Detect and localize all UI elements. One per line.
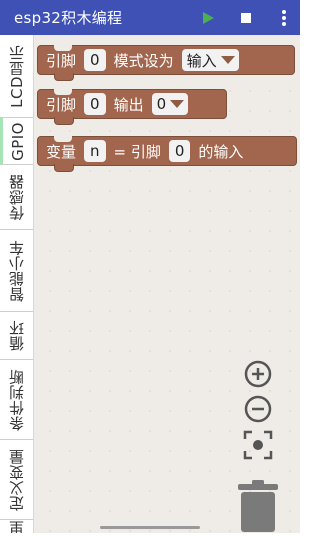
- block-text: 输出: [113, 95, 144, 114]
- variable-set-pin-input-block[interactable]: 变量 n = 引脚 0 的输入: [37, 136, 297, 172]
- recenter-icon[interactable]: [243, 430, 273, 464]
- category-loop[interactable]: 循环: [0, 312, 33, 360]
- block-text: 模式设为: [113, 51, 174, 70]
- play-icon[interactable]: [198, 8, 218, 28]
- block-connector: [54, 117, 74, 125]
- category-label: 循环: [8, 320, 26, 351]
- category-label: 定义变量: [8, 448, 26, 511]
- category-gpio[interactable]: GPIO: [0, 118, 33, 165]
- variable-name-field[interactable]: n: [84, 140, 106, 162]
- category-label: GPIO: [9, 121, 27, 161]
- block-text: = 引脚: [113, 142, 161, 161]
- chevron-down-icon: [220, 56, 235, 64]
- block-text: 引脚: [46, 95, 77, 114]
- app-title: esp32积木编程: [14, 9, 123, 27]
- category-smart-car[interactable]: 智能小车: [0, 230, 33, 312]
- block-notch: [54, 136, 72, 142]
- category-sensor[interactable]: 传感器: [0, 165, 33, 230]
- zoom-out-icon[interactable]: [243, 394, 273, 428]
- pin-number-field[interactable]: 0: [84, 49, 106, 71]
- category-condition[interactable]: 条件判断: [0, 360, 33, 440]
- dropdown-value: 输入: [186, 51, 217, 70]
- dropdown-value: 0: [156, 95, 167, 113]
- category-toolbox: LCD显示 GPIO 传感器 智能小车 循环 条件判断 定义变量 里: [0, 35, 34, 533]
- block-connector: [54, 73, 74, 81]
- pin-number-field[interactable]: 0: [84, 93, 106, 115]
- chevron-down-icon: [170, 100, 185, 108]
- pin-mode-dropdown[interactable]: 输入: [181, 49, 239, 71]
- category-lcd[interactable]: LCD显示: [0, 35, 33, 118]
- block-notch: [54, 89, 72, 95]
- block-connector: [54, 164, 74, 172]
- stop-icon[interactable]: [236, 8, 256, 28]
- output-value-dropdown[interactable]: 0: [151, 93, 189, 115]
- block-text: 变量: [46, 142, 77, 161]
- app-bar: esp32积木编程: [0, 0, 300, 35]
- category-variable[interactable]: 定义变量: [0, 440, 33, 520]
- trash-icon[interactable]: [236, 480, 280, 536]
- block-notch: [54, 45, 72, 51]
- block-text: 引脚: [46, 51, 77, 70]
- pin-mode-block[interactable]: 引脚 0 模式设为 输入: [37, 45, 295, 81]
- home-indicator: [100, 526, 200, 529]
- block-text: 的输入: [198, 142, 244, 161]
- pin-output-block[interactable]: 引脚 0 输出 0: [37, 89, 227, 125]
- block-workspace[interactable]: 引脚 0 模式设为 输入 引脚 0 输出 0 变量 n = 引脚 0 的输入: [34, 35, 300, 533]
- category-label: 智能小车: [8, 239, 26, 302]
- category-label: 条件判断: [8, 368, 26, 431]
- category-label: 里: [8, 520, 26, 533]
- zoom-in-icon[interactable]: [243, 359, 273, 393]
- category-more[interactable]: 里: [0, 520, 33, 533]
- pin-number-field[interactable]: 0: [168, 140, 191, 162]
- more-vertical-icon[interactable]: [274, 8, 294, 28]
- category-label: LCD显示: [8, 44, 26, 108]
- category-label: 传感器: [8, 173, 26, 221]
